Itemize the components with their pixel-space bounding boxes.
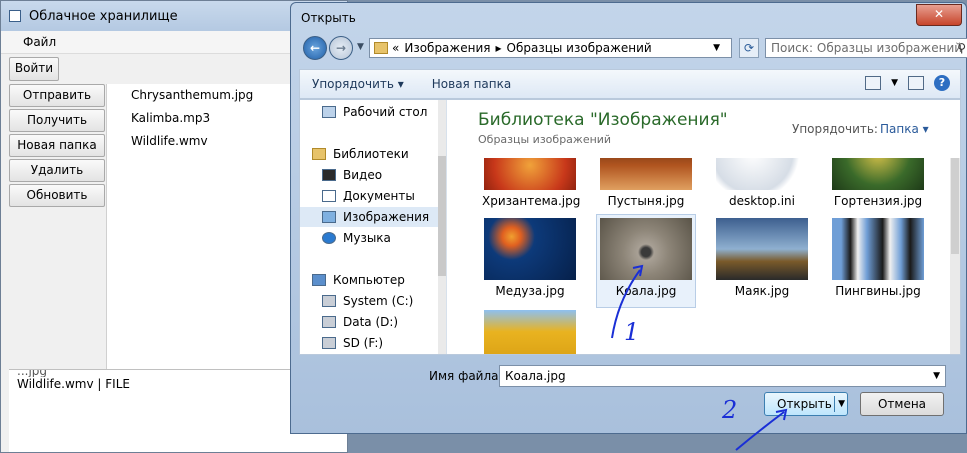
annotation-number-2: 2 — [722, 396, 738, 424]
annotation-layer — [611, 264, 788, 451]
annotation-number-1: 1 — [624, 318, 640, 346]
annotation-arrow-2 — [735, 411, 785, 451]
